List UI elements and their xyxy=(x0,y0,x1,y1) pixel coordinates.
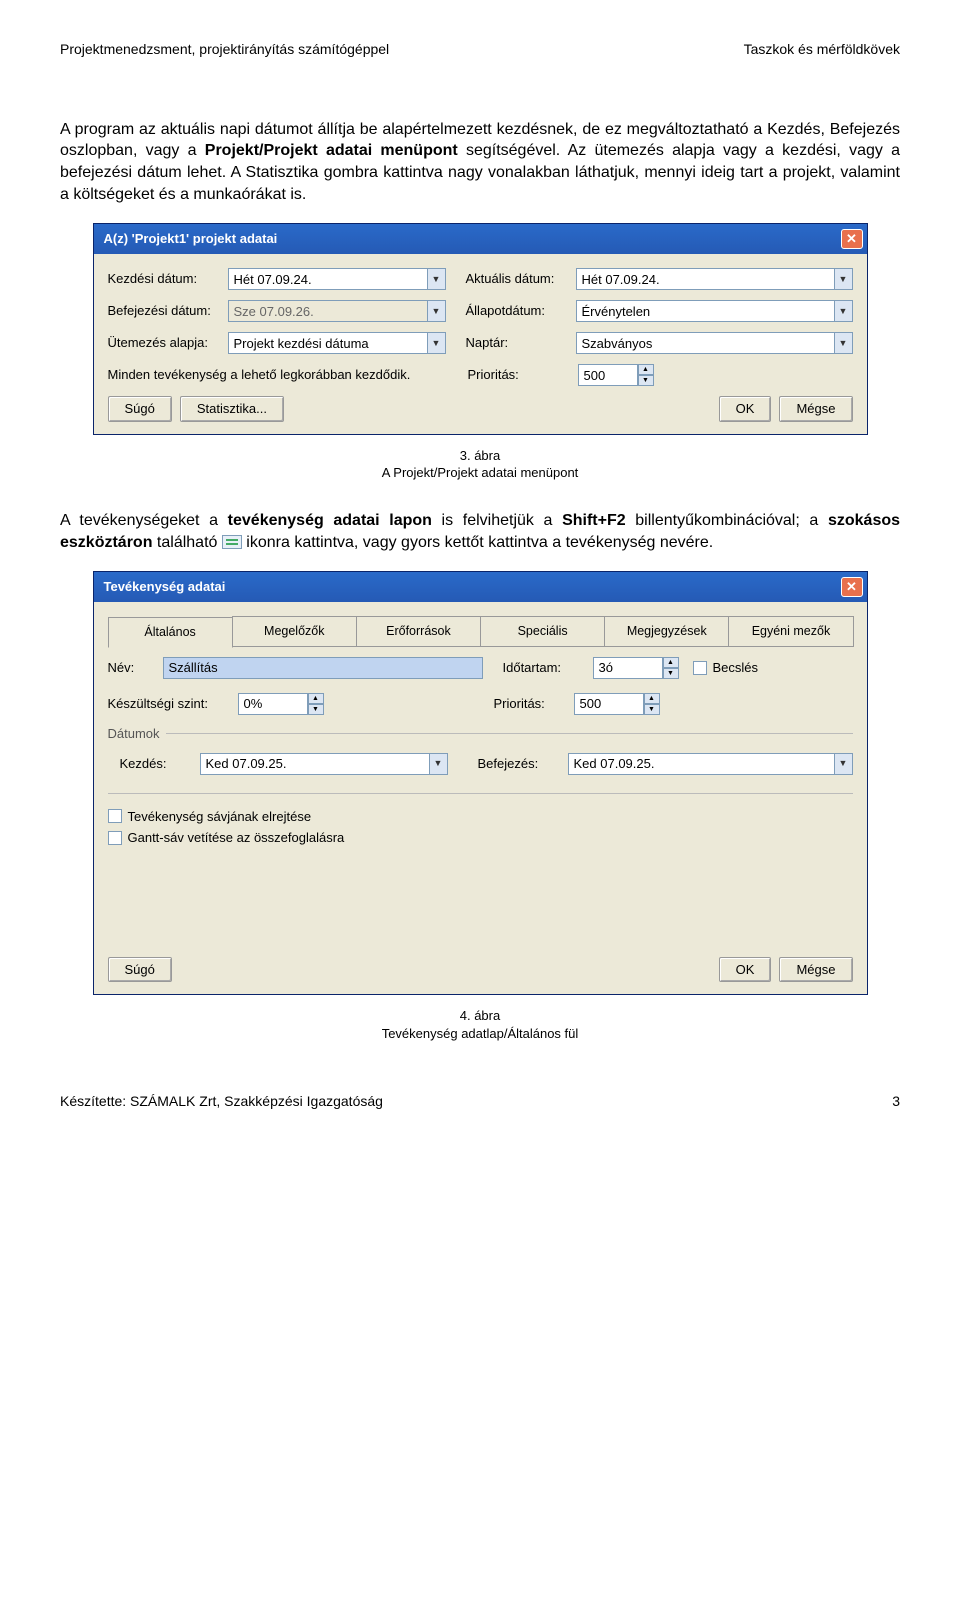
tab-general[interactable]: Általános xyxy=(108,617,233,648)
lbl-estimate: Becslés xyxy=(713,659,759,677)
chevron-down-icon[interactable]: ▼ xyxy=(428,332,446,354)
schedule-from-field[interactable]: Projekt kezdési dátuma xyxy=(228,332,428,354)
tab-special[interactable]: Speciális xyxy=(480,616,605,647)
priority-field[interactable]: 500 xyxy=(578,364,638,386)
end-field[interactable]: Ked 07.09.25. xyxy=(568,753,835,775)
figure-4-caption: 4. ábra Tevékenység adatlap/Általános fü… xyxy=(60,1007,900,1042)
tab-notes[interactable]: Megjegyzések xyxy=(604,616,729,647)
tab-custom[interactable]: Egyéni mezők xyxy=(728,616,853,647)
project-info-dialog: A(z) 'Projekt1' projekt adatai ✕ Kezdési… xyxy=(93,223,868,435)
lbl-priority: Prioritás: xyxy=(468,366,578,384)
spin-down-icon[interactable]: ▼ xyxy=(663,668,679,679)
help-button[interactable]: Súgó xyxy=(108,396,172,422)
footer-left: Készítette: SZÁMALK Zrt, Szakképzési Iga… xyxy=(60,1092,383,1111)
lbl-percent: Készültségi szint: xyxy=(108,695,238,713)
lbl-current-date: Aktuális dátum: xyxy=(466,270,576,288)
rollup-checkbox[interactable] xyxy=(108,831,122,845)
chevron-down-icon[interactable]: ▼ xyxy=(428,268,446,290)
tab-strip: Általános Megelőzők Erőforrások Speciáli… xyxy=(108,616,853,647)
chevron-down-icon[interactable]: ▼ xyxy=(430,753,448,775)
dialog1-title: A(z) 'Projekt1' projekt adatai xyxy=(104,230,278,248)
spin-up-icon[interactable]: ▲ xyxy=(644,693,660,704)
spin-up-icon[interactable]: ▲ xyxy=(638,364,654,375)
paragraph-2: A tevékenységeket a tevékenység adatai l… xyxy=(60,510,900,553)
lbl-start-date: Kezdési dátum: xyxy=(108,270,228,288)
schedule-note: Minden tevékenység a lehető legkorábban … xyxy=(108,366,448,384)
close-icon[interactable]: ✕ xyxy=(841,229,863,249)
lbl-name: Név: xyxy=(108,659,163,677)
chevron-down-icon[interactable]: ▼ xyxy=(835,300,853,322)
lbl-start: Kezdés: xyxy=(120,755,200,773)
calendar-field[interactable]: Szabványos xyxy=(576,332,835,354)
dialog2-titlebar: Tevékenység adatai ✕ xyxy=(94,572,867,602)
hide-bar-checkbox[interactable] xyxy=(108,809,122,823)
cancel-button[interactable]: Mégse xyxy=(779,396,852,422)
start-date-field[interactable]: Hét 07.09.24. xyxy=(228,268,428,290)
dialog2-title: Tevékenység adatai xyxy=(104,578,226,596)
end-date-field: Sze 07.09.26. xyxy=(228,300,428,322)
tab-resources[interactable]: Erőforrások xyxy=(356,616,481,647)
spin-up-icon[interactable]: ▲ xyxy=(308,693,324,704)
start-field[interactable]: Ked 07.09.25. xyxy=(200,753,430,775)
percent-field[interactable]: 0% xyxy=(238,693,308,715)
name-field[interactable]: Szállítás xyxy=(163,657,483,679)
dialog1-titlebar: A(z) 'Projekt1' projekt adatai ✕ xyxy=(94,224,867,254)
lbl-hide-bar: Tevékenység sávjának elrejtése xyxy=(128,808,312,826)
ok-button[interactable]: OK xyxy=(719,957,772,983)
estimate-checkbox[interactable] xyxy=(693,661,707,675)
cancel-button[interactable]: Mégse xyxy=(779,957,852,983)
lbl-calendar: Naptár: xyxy=(466,334,576,352)
status-date-field[interactable]: Érvénytelen xyxy=(576,300,835,322)
tab-predecessors[interactable]: Megelőzők xyxy=(232,616,357,647)
task-info-dialog: Tevékenység adatai ✕ Általános Megelőzők… xyxy=(93,571,868,995)
header-left: Projektmenedzsment, projektirányítás szá… xyxy=(60,40,389,59)
lbl-end-date: Befejezési dátum: xyxy=(108,302,228,320)
spin-down-icon[interactable]: ▼ xyxy=(308,704,324,715)
statistics-button[interactable]: Statisztika... xyxy=(180,396,284,422)
figure-3-caption: 3. ábra A Projekt/Projekt adatai menüpon… xyxy=(60,447,900,482)
lbl-status-date: Állapotdátum: xyxy=(466,302,576,320)
chevron-down-icon[interactable]: ▼ xyxy=(835,753,853,775)
spin-up-icon[interactable]: ▲ xyxy=(663,657,679,668)
divider xyxy=(108,793,853,794)
lbl-dates-group: Dátumok xyxy=(108,725,160,743)
ok-button[interactable]: OK xyxy=(719,396,772,422)
duration-field[interactable]: 3ó xyxy=(593,657,663,679)
lbl-duration: Időtartam: xyxy=(503,659,593,677)
priority2-field[interactable]: 500 xyxy=(574,693,644,715)
current-date-field[interactable]: Hét 07.09.24. xyxy=(576,268,835,290)
header-right: Taszkok és mérföldkövek xyxy=(744,40,900,59)
spin-down-icon[interactable]: ▼ xyxy=(638,375,654,386)
chevron-down-icon[interactable]: ▼ xyxy=(835,332,853,354)
page-number: 3 xyxy=(892,1092,900,1111)
help-button[interactable]: Súgó xyxy=(108,957,172,983)
paragraph-1: A program az aktuális napi dátumot állít… xyxy=(60,119,900,205)
toolbar-icon xyxy=(222,535,242,549)
divider xyxy=(166,733,853,734)
lbl-end: Befejezés: xyxy=(478,755,568,773)
lbl-rollup: Gantt-sáv vetítése az összefoglalásra xyxy=(128,829,345,847)
lbl-priority2: Prioritás: xyxy=(494,695,574,713)
close-icon[interactable]: ✕ xyxy=(841,577,863,597)
spin-down-icon[interactable]: ▼ xyxy=(644,704,660,715)
chevron-down-icon[interactable]: ▼ xyxy=(428,300,446,322)
chevron-down-icon[interactable]: ▼ xyxy=(835,268,853,290)
lbl-schedule-from: Ütemezés alapja: xyxy=(108,334,228,352)
